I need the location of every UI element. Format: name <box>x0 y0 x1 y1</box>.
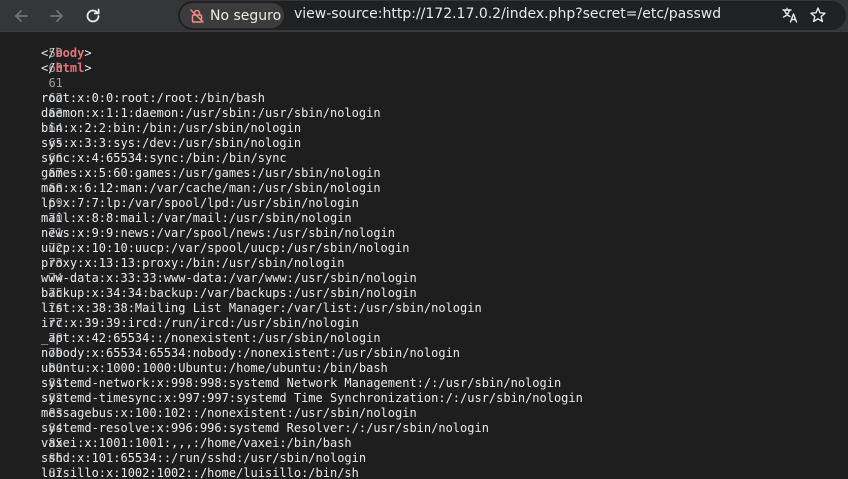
source-line: 65 bin:x:2:2:bin:/bin:/usr/sbin/nologin <box>0 121 301 150</box>
source-line: 76 backup:x:34:34:backup:/var/backups:/u… <box>0 286 417 315</box>
security-label: No seguro <box>210 7 282 24</box>
translate-button[interactable] <box>780 5 800 25</box>
line-text: lp:x:7:7:lp:/var/spool/lpd:/usr/sbin/nol… <box>41 196 359 210</box>
line-text: uucp:x:10:10:uucp:/var/spool/uucp:/usr/s… <box>41 241 410 255</box>
source-line: 81 ubuntu:x:1000:1000:Ubuntu:/home/ubunt… <box>0 361 388 390</box>
source-line: 87 sshd:x:101:65534::/run/sshd:/usr/sbin… <box>0 451 366 479</box>
tag-close: > <box>84 46 92 60</box>
line-text: </html> <box>41 61 92 76</box>
source-line: 67 sync:x:4:65534:sync:/bin:/bin/sync <box>0 151 287 180</box>
line-text: bin:x:2:2:bin:/bin:/usr/sbin/nologin <box>41 121 302 135</box>
line-text: www-data:x:33:33:www-data:/var/www:/usr/… <box>41 271 417 285</box>
source-line: 74 proxy:x:13:13:proxy:/bin:/usr/sbin/no… <box>0 256 344 285</box>
tag-open: </ <box>41 46 56 60</box>
tag-name: body <box>55 46 85 60</box>
star-icon <box>810 7 826 23</box>
url-text[interactable]: view-source:http://172.17.0.2/index.php?… <box>294 6 721 22</box>
source-line: 63 root:x:0:0:root:/root:/bin/bash <box>0 91 265 120</box>
line-text: sys:x:3:3:sys:/dev:/usr/sbin/nologin <box>41 136 302 150</box>
source-line: 71 mail:x:8:8:mail:/var/mail:/usr/sbin/n… <box>0 211 352 240</box>
tag-close: > <box>84 61 92 75</box>
forward-button[interactable] <box>44 3 70 29</box>
source-line: 82 systemd-network:x:998:998:systemd Net… <box>0 376 561 405</box>
line-text: news:x:9:9:news:/var/spool/news:/usr/sbi… <box>41 226 396 240</box>
security-chip[interactable]: No seguro <box>180 3 284 28</box>
source-line: 88 luisillo:x:1002:1002::/home/luisillo:… <box>0 466 359 479</box>
source-line: 68 games:x:5:60:games:/usr/games:/usr/sb… <box>0 166 381 195</box>
translate-icon <box>782 7 798 23</box>
source-line: 64 daemon:x:1:1:daemon:/usr/sbin:/usr/sb… <box>0 106 381 135</box>
address-bar[interactable]: No seguro view-source:http://172.17.0.2/… <box>178 1 846 30</box>
source-line: 86 vaxei:x:1001:1001:,,,:/home/vaxei:/bi… <box>0 436 352 465</box>
line-text: luisillo:x:1002:1002::/home/luisillo:/bi… <box>41 466 359 479</box>
line-text: nobody:x:65534:65534:nobody:/nonexistent… <box>41 346 461 360</box>
line-text: _apt:x:42:65534::/nonexistent:/usr/sbin/… <box>41 331 381 345</box>
source-line: 75 www-data:x:33:33:www-data:/var/www:/u… <box>0 271 417 300</box>
reload-icon <box>86 8 100 23</box>
reload-button[interactable] <box>80 3 106 29</box>
line-text: man:x:6:12:man:/var/cache/man:/usr/sbin/… <box>41 181 381 195</box>
source-line: 59 <box>0 32 62 60</box>
browser-toolbar: No seguro view-source:http://172.17.0.2/… <box>0 0 848 32</box>
source-line: 72 news:x:9:9:news:/var/spool/news:/usr/… <box>0 226 395 255</box>
source-line: 60 </body> <box>0 46 92 75</box>
line-text: mail:x:8:8:mail:/var/mail:/usr/sbin/nolo… <box>41 211 352 225</box>
line-text: </body> <box>41 46 92 61</box>
source-line: 79 _apt:x:42:65534::/nonexistent:/usr/sb… <box>0 331 381 360</box>
line-text: systemd-network:x:998:998:systemd Networ… <box>41 376 562 390</box>
forward-arrow-icon <box>50 10 63 22</box>
line-text: proxy:x:13:13:proxy:/bin:/usr/sbin/nolog… <box>41 256 345 270</box>
line-text: irc:x:39:39:ircd:/run/ircd:/usr/sbin/nol… <box>41 316 359 330</box>
back-arrow-icon <box>15 10 28 22</box>
line-text: vaxei:x:1001:1001:,,,:/home/vaxei:/bin/b… <box>41 436 352 450</box>
source-line: 69 man:x:6:12:man:/var/cache/man:/usr/sb… <box>0 181 381 210</box>
line-text: systemd-resolve:x:996:996:systemd Resolv… <box>41 421 489 435</box>
line-text: games:x:5:60:games:/usr/games:/usr/sbin/… <box>41 166 381 180</box>
line-text: list:x:38:38:Mailing List Manager:/var/l… <box>41 301 482 315</box>
source-line: 61 </html> <box>0 61 92 90</box>
source-line: 78 irc:x:39:39:ircd:/run/ircd:/usr/sbin/… <box>0 316 359 345</box>
source-line: 62 <box>0 76 62 105</box>
view-source-content: 59 60 </body> 61 </html> 62 63 root:x:0:… <box>0 32 848 479</box>
line-text: root:x:0:0:root:/root:/bin/bash <box>41 91 265 105</box>
source-line: 73 uucp:x:10:10:uucp:/var/spool/uucp:/us… <box>0 241 409 270</box>
not-secure-lock-icon <box>188 7 206 25</box>
source-line: 85 systemd-resolve:x:996:996:systemd Res… <box>0 421 489 450</box>
source-line: 66 sys:x:3:3:sys:/dev:/usr/sbin/nologin <box>0 136 301 165</box>
line-text: sync:x:4:65534:sync:/bin:/bin/sync <box>41 151 287 165</box>
line-text: ubuntu:x:1000:1000:Ubuntu:/home/ubuntu:/… <box>41 361 388 375</box>
tag-name: html <box>55 61 85 75</box>
source-line: 80 nobody:x:65534:65534:nobody:/nonexist… <box>0 346 460 375</box>
line-text: daemon:x:1:1:daemon:/usr/sbin:/usr/sbin/… <box>41 106 381 120</box>
source-line: 70 lp:x:7:7:lp:/var/spool/lpd:/usr/sbin/… <box>0 196 359 225</box>
tag-open: </ <box>41 61 56 75</box>
back-button[interactable] <box>8 3 34 29</box>
line-text: messagebus:x:100:102::/nonexistent:/usr/… <box>41 406 417 420</box>
source-line: 84 messagebus:x:100:102::/nonexistent:/u… <box>0 406 417 435</box>
line-text: sshd:x:101:65534::/run/sshd:/usr/sbin/no… <box>41 451 367 465</box>
source-line: 83 systemd-timesync:x:997:997:systemd Ti… <box>0 391 583 420</box>
source-line: 77 list:x:38:38:Mailing List Manager:/va… <box>0 301 482 330</box>
line-text: systemd-timesync:x:997:997:systemd Time … <box>41 391 583 405</box>
bookmark-button[interactable] <box>808 5 828 25</box>
line-text: backup:x:34:34:backup:/var/backups:/usr/… <box>41 286 417 300</box>
